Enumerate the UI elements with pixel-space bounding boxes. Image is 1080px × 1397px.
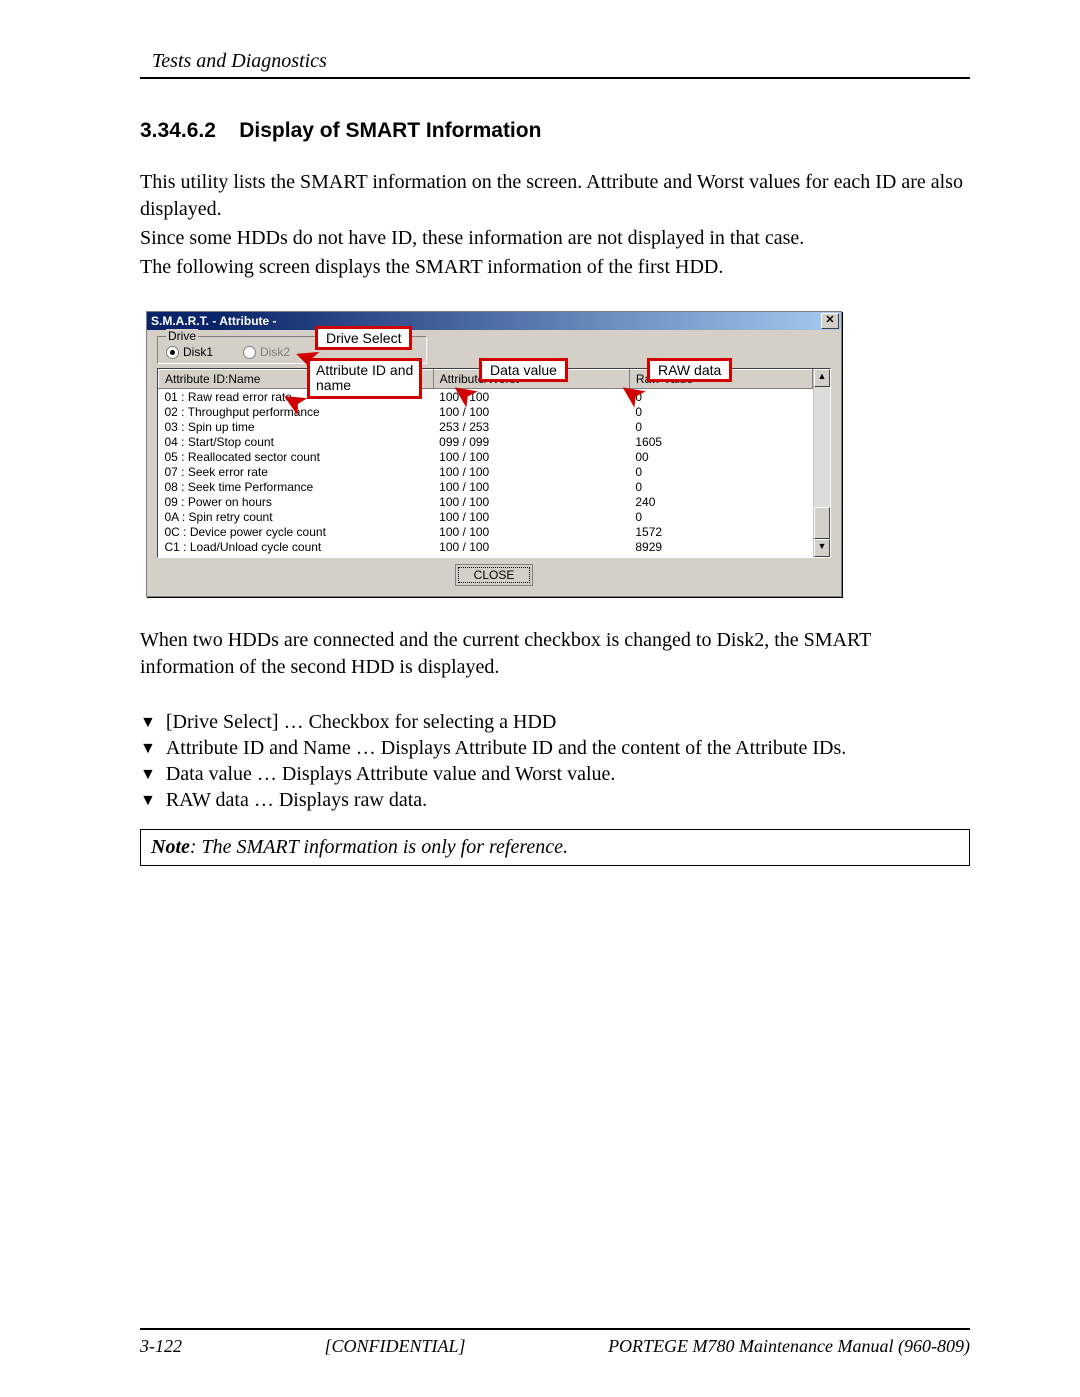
table-cell: 0A : Spin retry count <box>159 509 434 524</box>
header-rule <box>140 77 970 79</box>
table-cell: 04 : Start/Stop count <box>159 434 434 449</box>
bullet-list: ▼ [Drive Select] … Checkbox for selecting… <box>140 711 970 813</box>
table-cell: 100 / 100 <box>433 509 629 524</box>
table-cell: 08 : Seek time Performance <box>159 479 434 494</box>
close-button[interactable]: CLOSE <box>455 564 533 586</box>
table-cell: 1572 <box>629 524 812 539</box>
table-cell: 09 : Power on hours <box>159 494 434 509</box>
radio-disk1[interactable]: Disk1 <box>166 345 213 359</box>
section-title-text: Display of SMART Information <box>239 119 541 142</box>
table-row[interactable]: 02 : Throughput performance100 / 1000 <box>159 404 813 419</box>
scroll-thumb[interactable] <box>814 507 830 539</box>
radio-label: Disk2 <box>260 345 290 359</box>
table-cell: 253 / 253 <box>433 419 629 434</box>
callout-attribute-id-name: Attribute ID and name <box>307 358 422 399</box>
callout-line: name <box>316 377 351 393</box>
list-item: ▼ Data value … Displays Attribute value a… <box>140 763 970 787</box>
running-header: Tests and Diagnostics <box>152 50 970 73</box>
scroll-up-icon[interactable]: ▲ <box>814 369 830 387</box>
list-item: ▼ Attribute ID and Name … Displays Attrib… <box>140 737 970 761</box>
paragraph: When two HDDs are connected and the curr… <box>140 627 970 681</box>
callout-data-value: Data value <box>479 358 568 382</box>
table-cell: 240 <box>629 494 812 509</box>
radio-label: Disk1 <box>183 345 213 359</box>
list-item: ▼ [Drive Select] … Checkbox for selecting… <box>140 711 970 735</box>
table-cell: 100 / 100 <box>433 539 629 554</box>
manual-name: PORTEGE M780 Maintenance Manual (960-809… <box>608 1336 970 1357</box>
list-item-text: Data value … Displays Attribute value an… <box>166 763 616 787</box>
table-cell: 0 <box>629 464 812 479</box>
table-cell: 05 : Reallocated sector count <box>159 449 434 464</box>
list-item: ▼ RAW data … Displays raw data. <box>140 789 970 813</box>
scroll-down-icon[interactable]: ▼ <box>814 539 830 557</box>
paragraph: Since some HDDs do not have ID, these in… <box>140 225 970 252</box>
paragraph: This utility lists the SMART information… <box>140 169 970 223</box>
footer-rule <box>140 1328 970 1330</box>
table-row[interactable]: 07 : Seek error rate100 / 1000 <box>159 464 813 479</box>
radio-dot-icon <box>166 346 179 359</box>
table-row[interactable]: 01 : Raw read error rate100 / 1000 <box>159 389 813 405</box>
table-cell: 100 / 100 <box>433 449 629 464</box>
list-item-text: Attribute ID and Name … Displays Attribu… <box>166 737 846 761</box>
table-row[interactable]: 08 : Seek time Performance100 / 1000 <box>159 479 813 494</box>
table-row[interactable]: C1 : Load/Unload cycle count100 / 100892… <box>159 539 813 554</box>
table-row[interactable]: 03 : Spin up time253 / 2530 <box>159 419 813 434</box>
note-box: Note: The SMART information is only for … <box>140 829 970 866</box>
table-cell: 0 <box>629 509 812 524</box>
table-cell: 099 / 099 <box>433 434 629 449</box>
smart-list: Attribute ID:Name Attribute/Worst Raw Va… <box>157 368 831 558</box>
table-cell: 100 / 100 <box>433 464 629 479</box>
section-number: 3.34.6.2 <box>140 119 216 142</box>
scrollbar[interactable]: ▲ ▼ <box>813 369 830 557</box>
table-row[interactable]: 0C : Device power cycle count100 / 10015… <box>159 524 813 539</box>
table-row[interactable]: 04 : Start/Stop count099 / 0991605 <box>159 434 813 449</box>
table-cell: C1 : Load/Unload cycle count <box>159 539 434 554</box>
bullet-marker-icon: ▼ <box>140 737 156 761</box>
radio-dot-icon <box>243 346 256 359</box>
page-footer: 3-122 [CONFIDENTIAL] PORTEGE M780 Mainte… <box>140 1328 970 1357</box>
window-title: S.M.A.R.T. - Attribute - <box>151 314 277 328</box>
smart-table: Attribute ID:Name Attribute/Worst Raw Va… <box>158 369 813 554</box>
table-cell: 100 / 100 <box>433 524 629 539</box>
table-row[interactable]: 09 : Power on hours100 / 100240 <box>159 494 813 509</box>
page-number: 3-122 <box>140 1336 182 1357</box>
table-row[interactable]: 0A : Spin retry count100 / 1000 <box>159 509 813 524</box>
bullet-marker-icon: ▼ <box>140 763 156 787</box>
table-cell: 0C : Device power cycle count <box>159 524 434 539</box>
bullet-marker-icon: ▼ <box>140 711 156 735</box>
titlebar: S.M.A.R.T. - Attribute - ✕ <box>147 312 841 330</box>
close-icon[interactable]: ✕ <box>821 313 839 329</box>
table-row[interactable]: 05 : Reallocated sector count100 / 10000 <box>159 449 813 464</box>
table-cell: 0 <box>629 389 812 405</box>
paragraph: The following screen displays the SMART … <box>140 254 970 281</box>
table-cell: 8929 <box>629 539 812 554</box>
callout-raw-data: RAW data <box>647 358 732 382</box>
bullet-marker-icon: ▼ <box>140 789 156 813</box>
confidential-label: [CONFIDENTIAL] <box>325 1336 466 1357</box>
table-cell: 00 <box>629 449 812 464</box>
callout-drive-select: Drive Select <box>315 326 412 350</box>
list-item-text: RAW data … Displays raw data. <box>166 789 427 813</box>
callout-line: Attribute ID and <box>316 362 413 378</box>
table-cell: 100 / 100 <box>433 479 629 494</box>
table-cell: 1605 <box>629 434 812 449</box>
smart-window: S.M.A.R.T. - Attribute - ✕ Drive Select … <box>146 311 842 597</box>
section-heading: 3.34.6.2 Display of SMART Information <box>140 119 970 143</box>
table-cell: 0 <box>629 479 812 494</box>
table-cell: 100 / 100 <box>433 494 629 509</box>
table-cell: 0 <box>629 404 812 419</box>
radio-disk2[interactable]: Disk2 <box>243 345 290 359</box>
table-cell: 07 : Seek error rate <box>159 464 434 479</box>
table-cell: 0 <box>629 419 812 434</box>
note-label: Note <box>151 836 190 858</box>
fieldset-legend: Drive <box>166 329 198 343</box>
note-text: : The SMART information is only for refe… <box>190 836 568 858</box>
list-item-text: [Drive Select] … Checkbox for selecting … <box>166 711 556 735</box>
